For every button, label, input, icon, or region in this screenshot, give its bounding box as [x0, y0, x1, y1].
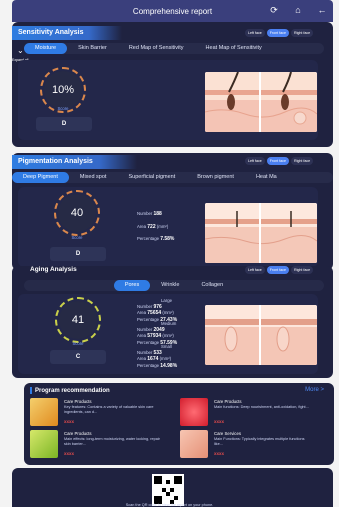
- aging-tabs: Pores Wrinkle Collagen: [24, 280, 324, 291]
- product-title: Care Products: [214, 399, 242, 404]
- right-face-toggle[interactable]: Right face: [290, 157, 314, 165]
- product-title: Care Products: [64, 431, 92, 436]
- left-face-toggle[interactable]: Left face: [245, 157, 265, 165]
- aging-score-ring: 41: [55, 297, 101, 343]
- product-desc: Main functions: Deep nourishment, anti-o…: [214, 405, 309, 409]
- left-face-toggle[interactable]: Left face: [245, 266, 265, 274]
- service-card[interactable]: Care Services Main Functions: Typically …: [180, 430, 320, 458]
- pores-small-group: Small Number 533 Area 1674 (mm²) Percent…: [137, 344, 178, 369]
- pores-medium-group: Medium Number 2049 Area 57934 (mm²) Perc…: [137, 321, 178, 346]
- product-title: Care Products: [64, 399, 92, 404]
- aging-skin-image: [205, 305, 317, 365]
- service-image: [180, 430, 208, 458]
- sensitivity-title: Sensitivity Analysis: [12, 26, 122, 40]
- tab-brown-pigment[interactable]: Brown pigment: [186, 172, 245, 183]
- aging-score-label: Score: [72, 341, 84, 346]
- chevron-down-icon[interactable]: ⌄: [17, 47, 24, 55]
- tab-skin-barrier[interactable]: Skin Barrier: [67, 43, 118, 54]
- tab-moisture[interactable]: Moisture: [24, 43, 68, 54]
- tab-red-map[interactable]: Red Map of Sensitivity: [118, 43, 195, 54]
- product-price: xxxx: [64, 419, 75, 424]
- product-price: xxxx: [64, 451, 75, 456]
- tab-wrinkle[interactable]: Wrinkle: [150, 280, 190, 291]
- front-face-toggle[interactable]: Front face: [266, 157, 289, 165]
- aging-grade: C: [50, 350, 106, 364]
- pigmentation-skin-image: [205, 203, 317, 263]
- pigmentation-grade: D: [50, 247, 106, 261]
- aging-title: Aging Analysis: [30, 266, 77, 273]
- product-price: xxxx: [214, 419, 225, 424]
- sensitivity-score-label: Score: [57, 106, 69, 111]
- qr-code-icon: [154, 476, 182, 504]
- sensitivity-tabs: Moisture Skin Barrier Red Map of Sensiti…: [24, 43, 324, 54]
- product-desc: Main effects: long-term moisturizing, wa…: [64, 437, 160, 446]
- pigment-percentage: Percentage 7.58%: [137, 236, 175, 242]
- pigmentation-score-ring: 40: [54, 190, 100, 236]
- product-card[interactable]: Care Products Main effects: long-term mo…: [30, 430, 170, 458]
- qr-code: [152, 474, 184, 506]
- tab-mixed-spot[interactable]: Mixed spot: [69, 172, 118, 183]
- tab-deep-pigment[interactable]: Deep Pigment: [12, 172, 69, 183]
- product-card[interactable]: Care Products Key features: Contains a v…: [30, 398, 170, 426]
- page-title: Comprehensive report: [132, 6, 213, 16]
- product-desc: Key features: Contains a variety of valu…: [64, 405, 154, 414]
- product-image: [180, 398, 208, 426]
- home-icon[interactable]: ⌂: [293, 5, 303, 15]
- report-page: Comprehensive report ⟳ ⌂ ← Sensitivity A…: [0, 0, 339, 507]
- right-face-toggle[interactable]: Right face: [290, 29, 314, 37]
- product-image: [30, 430, 58, 458]
- product-card[interactable]: Care Products Main functions: Deep nouri…: [180, 398, 320, 426]
- front-face-toggle[interactable]: Front face: [266, 266, 289, 274]
- tab-heat-map[interactable]: Heat Map of Sensitivity: [195, 43, 273, 54]
- pores-illustration: [205, 305, 317, 365]
- pigment-illustration: [205, 203, 317, 263]
- service-price: xxxx: [214, 451, 225, 456]
- service-title: Care Services: [214, 431, 241, 436]
- aging-score: 41: [71, 314, 85, 326]
- pigmentation-title: Pigmentation Analysis: [12, 155, 137, 169]
- tab-heat-map[interactable]: Heat Ma: [245, 172, 288, 183]
- program-recommendation: Program recommendation More > Care Produ…: [24, 383, 334, 465]
- refresh-icon[interactable]: ⟳: [269, 5, 279, 15]
- tab-collagen[interactable]: Collagen: [190, 280, 234, 291]
- pores-large-group: Large Number 976 Area 75654 (mm²) Percen…: [137, 298, 178, 323]
- sensitivity-skin-image: [205, 72, 317, 132]
- left-face-toggle[interactable]: Left face: [245, 29, 265, 37]
- pigmentation-score: 40: [70, 207, 84, 219]
- skin-cross-section-illustration: [205, 72, 317, 132]
- pigmentation-score-label: Score: [71, 235, 83, 240]
- sensitivity-grade: D: [36, 117, 92, 131]
- top-bar: Comprehensive report ⟳ ⌂ ←: [12, 0, 333, 22]
- tab-superficial-pigment[interactable]: Superficial pigment: [117, 172, 186, 183]
- front-face-toggle[interactable]: Front face: [266, 29, 289, 37]
- right-face-toggle[interactable]: Right face: [290, 266, 314, 274]
- tab-pores[interactable]: Pores: [113, 280, 151, 291]
- pigmentation-tabs: Deep Pigment Mixed spot Superficial pigm…: [12, 172, 333, 183]
- pigment-number: Number 188: [137, 211, 162, 217]
- product-image: [30, 398, 58, 426]
- more-link[interactable]: More >: [305, 387, 324, 393]
- program-title: Program recommendation: [30, 387, 110, 394]
- back-arrow-icon[interactable]: ←: [317, 5, 327, 15]
- qr-caption: Scan the QR code to view the report on y…: [125, 503, 214, 507]
- pigment-area: Area 722 (mm²): [137, 224, 169, 230]
- sensitivity-score: 10%: [51, 84, 75, 96]
- service-desc: Main Functions: Typically integrates mul…: [214, 437, 305, 446]
